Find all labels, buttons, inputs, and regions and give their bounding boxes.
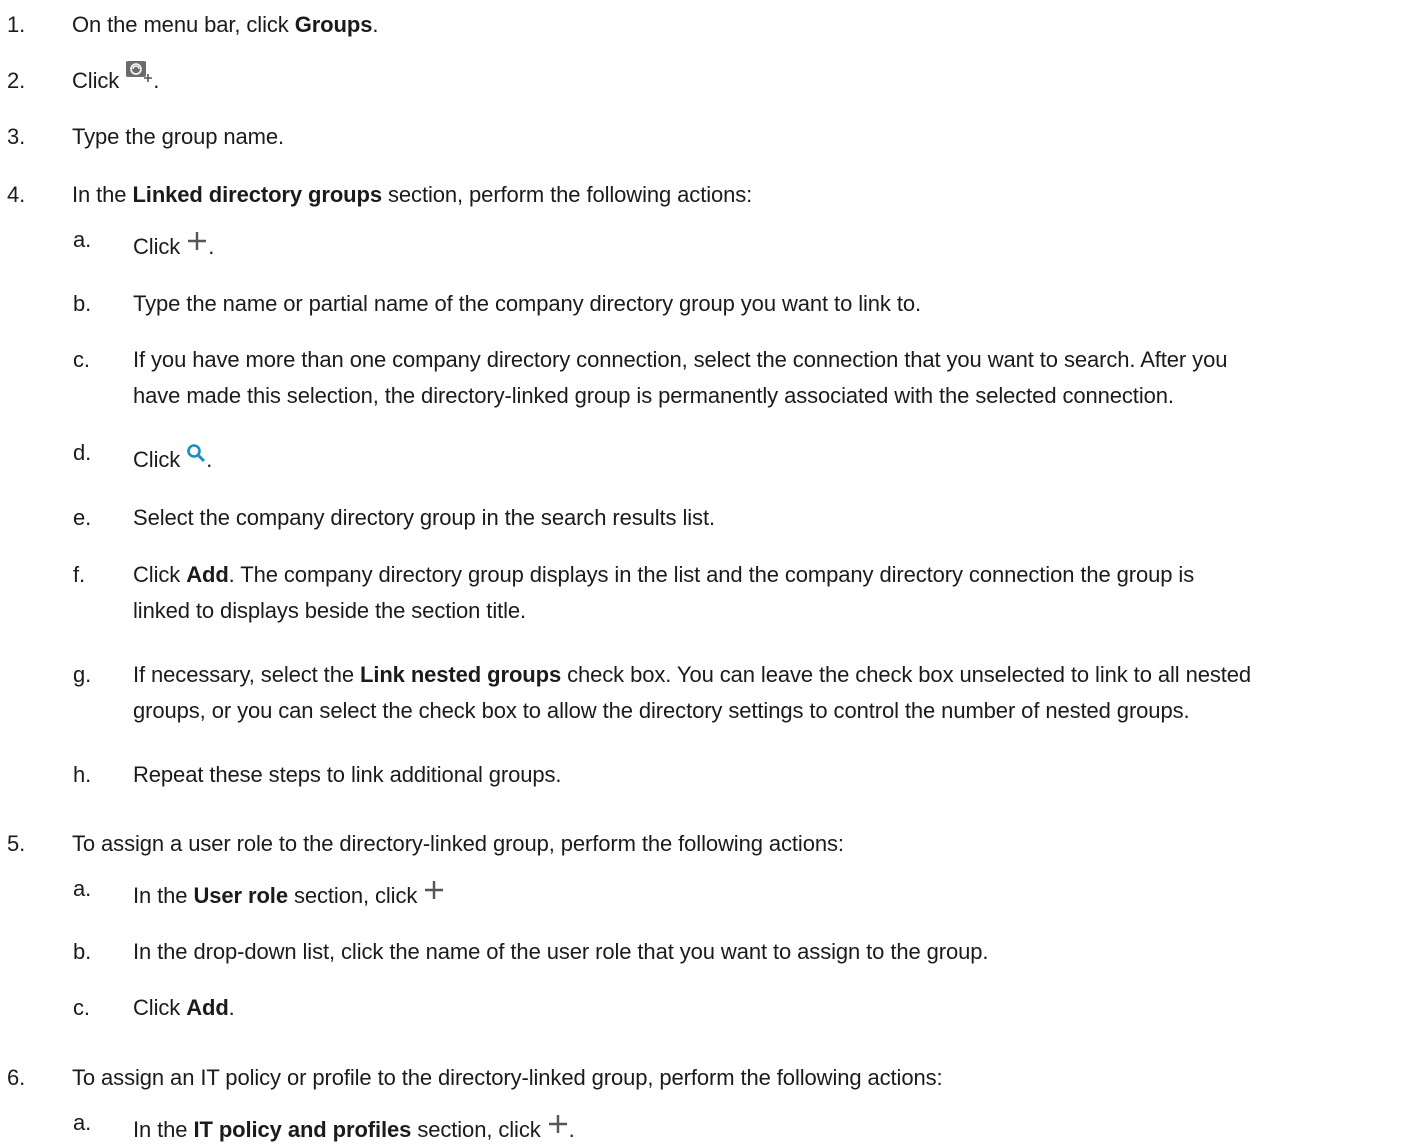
step-number: 5. bbox=[7, 831, 26, 856]
substep-letter: b. bbox=[73, 939, 92, 964]
plus-icon bbox=[547, 1113, 569, 1143]
plus-icon bbox=[423, 879, 445, 909]
ui-label-linked-directory-groups: Linked directory groups bbox=[132, 182, 382, 207]
substep-4d: d. Click . bbox=[0, 440, 1421, 476]
substep-letter: a. bbox=[73, 227, 92, 252]
substep-text: In the IT policy and profiles section, c… bbox=[133, 1115, 1421, 1146]
step-text: Type the group name. bbox=[72, 124, 285, 149]
ui-label-add: Add bbox=[186, 995, 229, 1020]
substep-letter: a. bbox=[73, 876, 92, 901]
substep-letter: e. bbox=[73, 505, 92, 530]
step-text: On the menu bar, click Groups. bbox=[72, 12, 379, 37]
step-text: To assign an IT policy or profile to the… bbox=[72, 1065, 943, 1090]
substep-text: Click Add. bbox=[133, 995, 235, 1020]
substep-letter: h. bbox=[73, 762, 92, 787]
substep-text: Click . bbox=[133, 444, 1421, 476]
substep-letter: f. bbox=[73, 562, 86, 587]
substep-letter: b. bbox=[73, 291, 92, 316]
ui-label-add: Add bbox=[186, 562, 229, 587]
add-group-icon bbox=[125, 60, 153, 92]
step-number: 2. bbox=[7, 68, 26, 93]
step-number: 4. bbox=[7, 182, 26, 207]
substep-letter: c. bbox=[73, 347, 90, 372]
step-number: 6. bbox=[7, 1065, 26, 1090]
substep-4a: a. Click . bbox=[0, 227, 1421, 263]
step-text: Click . bbox=[72, 61, 159, 98]
ui-label-user-role: User role bbox=[193, 883, 288, 908]
search-icon bbox=[186, 441, 206, 471]
substep-6a: a. In the IT policy and profiles section… bbox=[0, 1110, 1421, 1146]
substep-text: If you have more than one company direct… bbox=[133, 347, 1228, 408]
substep-text: Select the company directory group in th… bbox=[133, 505, 715, 530]
substep-letter: g. bbox=[73, 662, 92, 687]
step-text: In the Linked directory groups section, … bbox=[72, 182, 753, 207]
ui-label-it-policy-and-profiles: IT policy and profiles bbox=[193, 1117, 412, 1142]
substep-text: Type the name or partial name of the com… bbox=[133, 291, 921, 316]
step-number: 3. bbox=[7, 124, 26, 149]
ui-label-link-nested-groups: Link nested groups bbox=[359, 662, 562, 687]
substep-5a: a. In the User role section, click bbox=[0, 876, 1421, 912]
substep-letter: a. bbox=[73, 1110, 92, 1135]
substep-text: In the User role section, click bbox=[133, 881, 1421, 912]
step-number: 1. bbox=[7, 12, 26, 37]
substep-letter: c. bbox=[73, 995, 90, 1020]
step-text: To assign a user role to the directory-l… bbox=[72, 831, 844, 856]
ui-label-groups: Groups bbox=[294, 12, 373, 37]
substep-text: Click . bbox=[133, 232, 1421, 263]
plus-icon bbox=[186, 230, 208, 260]
substep-text: Repeat these steps to link additional gr… bbox=[133, 762, 562, 787]
substep-text: In the drop-down list, click the name of… bbox=[133, 939, 989, 964]
substep-text: Click Add. The company directory group d… bbox=[133, 562, 1195, 623]
substep-letter: d. bbox=[73, 440, 92, 465]
substep-text: If necessary, select the Link nested gro… bbox=[133, 662, 1252, 723]
